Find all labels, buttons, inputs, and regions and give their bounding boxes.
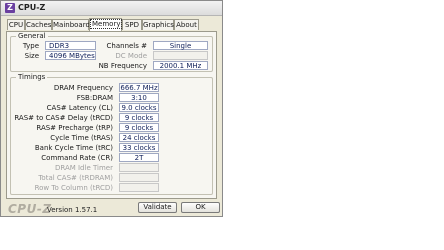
size-label: Size — [24, 52, 39, 60]
tab-cpu[interactable]: CPU — [7, 19, 25, 30]
type-label: Type — [22, 42, 39, 50]
fsb-dram-value: 3:10 — [119, 93, 159, 102]
tab-memory[interactable]: Memory — [89, 18, 123, 31]
dram-frequency-value: 666.7 MHz — [119, 83, 159, 92]
cycle-time-value: 24 clocks — [119, 133, 159, 142]
cpu-z-window: Z CPU-Z CPU Caches Mainboard Memory SPD … — [0, 0, 223, 217]
ras-precharge-value: 9 clocks — [119, 123, 159, 132]
timings-legend: Timings — [16, 73, 48, 81]
cpu-z-app-icon: Z — [5, 3, 15, 13]
ras-precharge-label: RAS# Precharge (tRP) — [36, 124, 113, 132]
dram-idle-timer-label: DRAM Idle Timer — [54, 164, 113, 172]
general-legend: General — [16, 32, 48, 40]
general-group: General Type DDR3 Size 4096 MBytes Chann… — [10, 32, 213, 72]
command-rate-value: 2T — [119, 153, 159, 162]
total-cas-value — [119, 173, 159, 182]
dram-frequency-label: DRAM Frequency — [53, 84, 113, 92]
type-value: DDR3 — [45, 41, 96, 50]
fsb-dram-label: FSB:DRAM — [76, 94, 113, 102]
window-title: CPU-Z — [18, 3, 46, 12]
validate-button[interactable]: Validate — [138, 202, 177, 213]
command-rate-label: Command Rate (CR) — [41, 154, 113, 162]
tab-caches[interactable]: Caches — [25, 19, 52, 30]
nb-frequency-label: NB Frequency — [98, 62, 147, 70]
tab-about[interactable]: About — [174, 19, 199, 30]
cas-latency-value: 9.0 clocks — [119, 103, 159, 112]
tab-graphics[interactable]: Graphics — [142, 19, 174, 30]
version-text: Version 1.57.1 — [47, 206, 98, 214]
memory-panel: General Type DDR3 Size 4096 MBytes Chann… — [6, 31, 217, 199]
bank-cycle-time-label: Bank Cycle Time (tRC) — [34, 144, 113, 152]
ras-to-cas-label: RAS# to CAS# Delay (tRCD) — [14, 114, 113, 122]
row-to-column-value — [119, 183, 159, 192]
tab-mainboard[interactable]: Mainboard — [52, 19, 90, 30]
timings-group: Timings DRAM Frequency 666.7 MHz FSB:DRA… — [10, 73, 213, 195]
total-cas-label: Total CAS# (tRDRAM) — [38, 174, 113, 182]
dc-mode-value — [153, 51, 208, 60]
nb-frequency-value: 2000.1 MHz — [153, 61, 208, 70]
ok-button[interactable]: OK — [181, 202, 220, 213]
dc-mode-label: DC Mode — [115, 52, 147, 60]
channels-label: Channels # — [106, 42, 147, 50]
cpu-z-logo: CPU-Z — [8, 202, 52, 216]
row-to-column-label: Row To Column (tRCD) — [34, 184, 113, 192]
title-bar[interactable]: Z CPU-Z — [1, 1, 222, 16]
size-value: 4096 MBytes — [45, 51, 96, 60]
cycle-time-label: Cycle Time (tRAS) — [50, 134, 113, 142]
channels-value: Single — [153, 41, 208, 50]
bank-cycle-time-value: 33 clocks — [119, 143, 159, 152]
ras-to-cas-value: 9 clocks — [119, 113, 159, 122]
dram-idle-timer-value — [119, 163, 159, 172]
tab-spd[interactable]: SPD — [122, 19, 142, 30]
cas-latency-label: CAS# Latency (CL) — [46, 104, 113, 112]
